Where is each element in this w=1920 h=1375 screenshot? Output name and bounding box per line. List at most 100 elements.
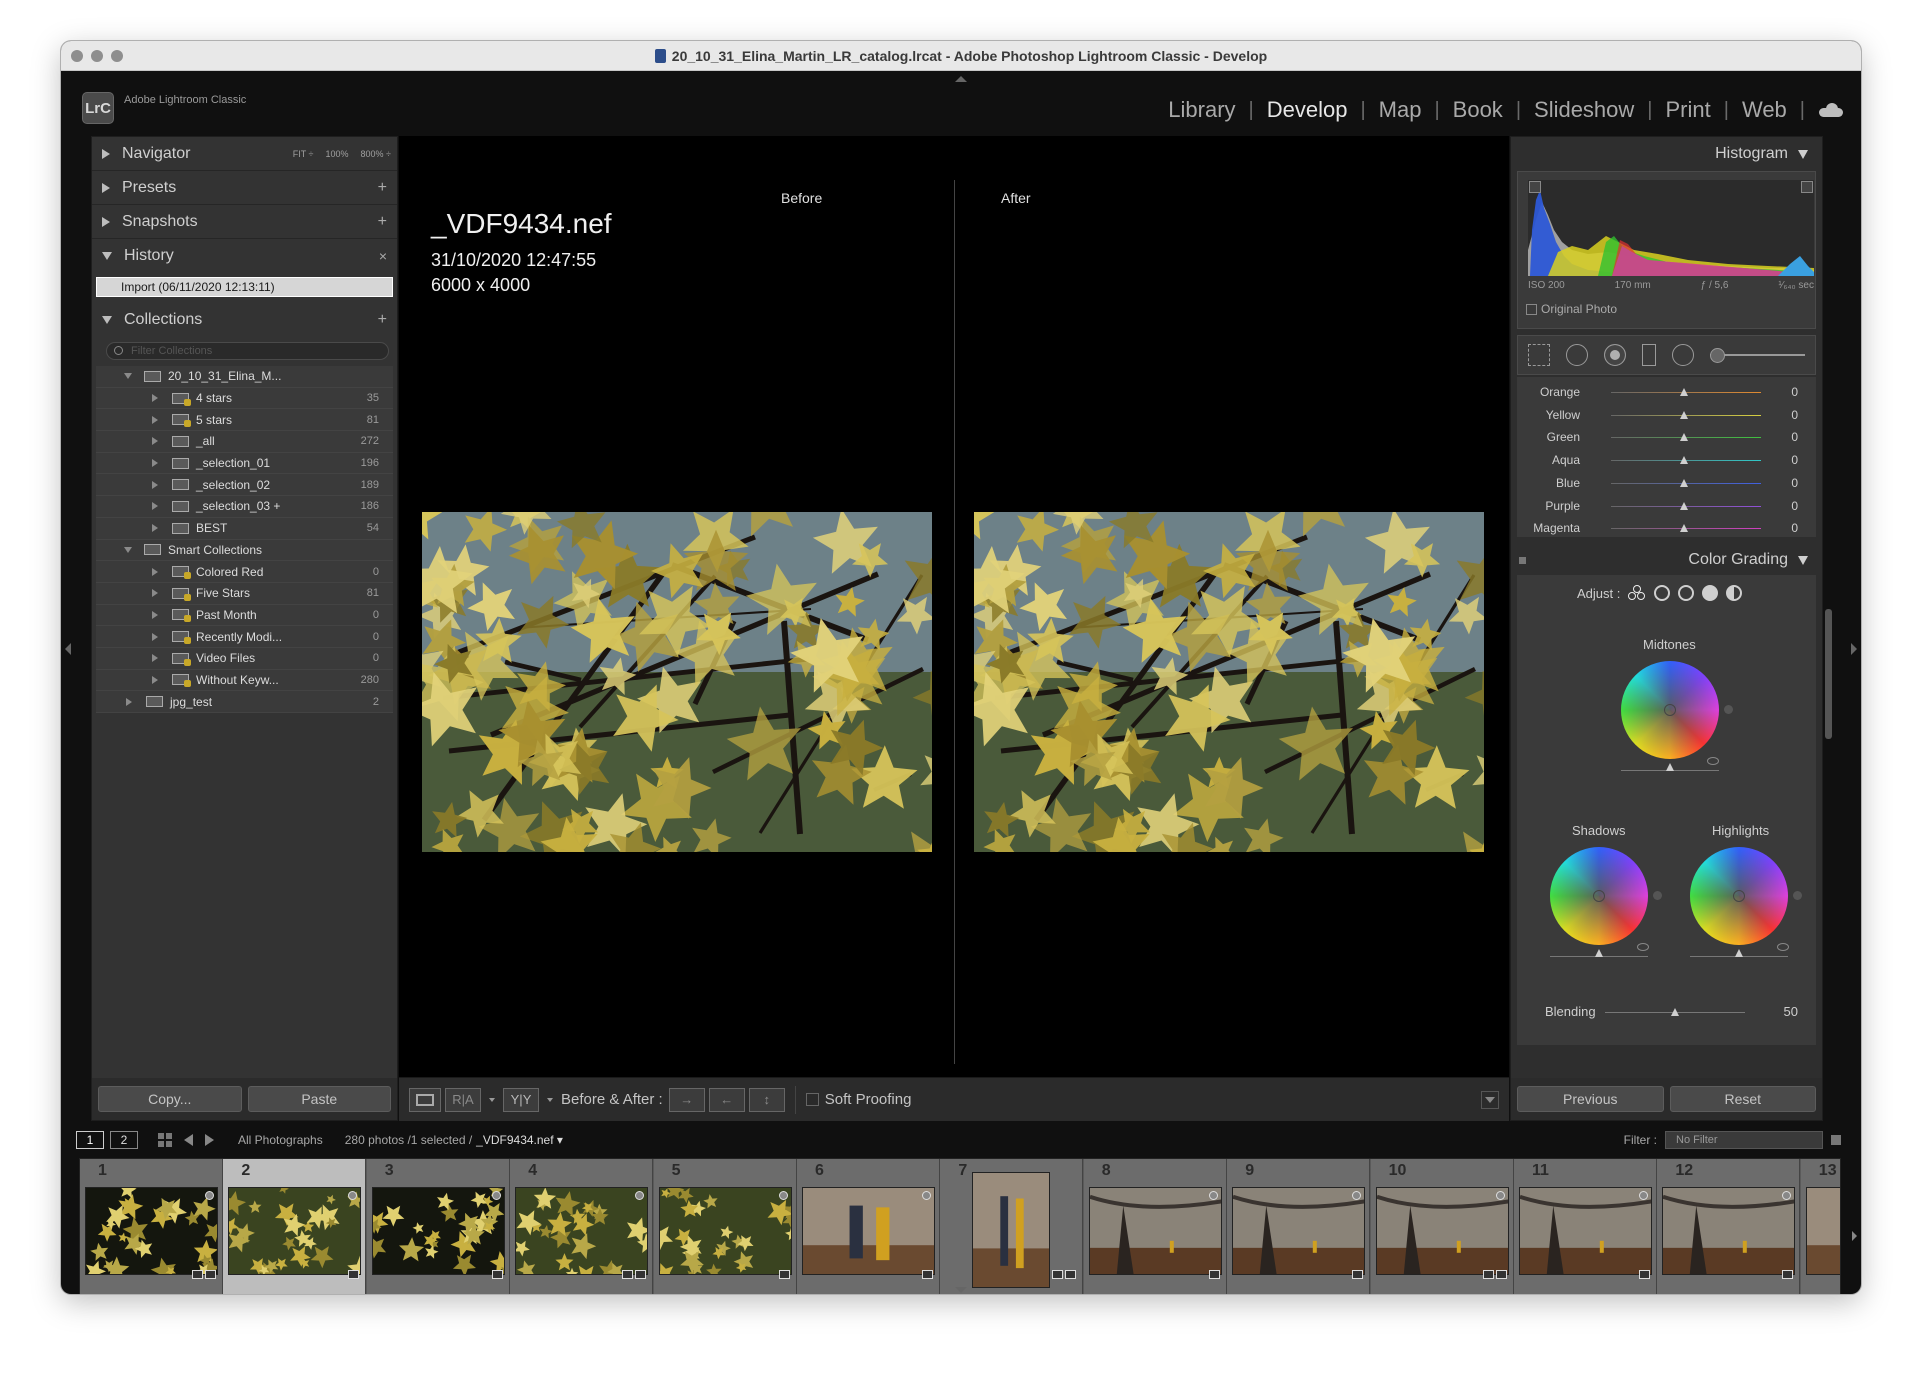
highlights-view-icon[interactable] — [1702, 585, 1719, 601]
badge-icon[interactable] — [1782, 1270, 1794, 1279]
eye-icon[interactable] — [1777, 943, 1789, 951]
add-collection-plus-icon[interactable]: + — [378, 311, 387, 329]
original-photo-toggle[interactable]: Original Photo — [1526, 302, 1617, 316]
adjustment-brush-slider[interactable] — [1710, 348, 1805, 363]
hsl-knob[interactable] — [1680, 501, 1688, 510]
filmstrip-scroll-right-icon[interactable] — [1852, 1231, 1857, 1241]
paste-button[interactable]: Paste — [247, 1086, 391, 1112]
quick-collection-dot-icon[interactable] — [491, 1191, 501, 1200]
expand-triangle-icon[interactable] — [152, 610, 158, 619]
collections-header[interactable]: Collections + — [92, 303, 397, 337]
hsl-knob[interactable] — [1680, 433, 1688, 442]
collection-row[interactable]: BEST 54 — [96, 518, 393, 540]
hsl-value[interactable]: 0 — [1791, 408, 1798, 422]
zoom-100[interactable]: 100% — [326, 149, 349, 159]
badge-icon[interactable] — [348, 1270, 360, 1279]
filmstrip-cell[interactable]: 10 — [1370, 1159, 1514, 1294]
hsl-slider-purple[interactable]: Purple 0 — [1517, 495, 1816, 517]
filter-select[interactable]: No Filter — [1665, 1131, 1823, 1149]
filmstrip-cell[interactable]: 8 — [1083, 1159, 1227, 1294]
hsl-knob[interactable] — [1680, 456, 1688, 465]
expand-triangle-icon[interactable] — [126, 697, 132, 706]
photo-thumbnail[interactable] — [658, 1187, 792, 1275]
before-after-lr-button[interactable]: R|A — [445, 1087, 481, 1112]
collection-row[interactable]: Recently Modi... 0 — [96, 626, 393, 648]
hsl-value[interactable]: 0 — [1791, 385, 1798, 399]
badge-icon[interactable] — [635, 1270, 647, 1279]
histogram-header[interactable]: Histogram — [1511, 137, 1822, 171]
collection-row[interactable]: jpg_test 2 — [96, 691, 393, 713]
expand-triangle-icon[interactable] — [152, 415, 158, 424]
filmstrip-cell[interactable]: 12 — [1657, 1159, 1801, 1294]
snapshots-header[interactable]: Snapshots + — [92, 205, 397, 239]
red-eye-tool-icon[interactable] — [1604, 344, 1626, 366]
module-map[interactable]: Map — [1366, 97, 1435, 123]
color-grading-header[interactable]: Color Grading — [1511, 545, 1822, 575]
hsl-slider-magenta[interactable]: Magenta 0 — [1517, 517, 1816, 539]
hsl-value[interactable]: 0 — [1791, 521, 1798, 535]
filter-lock-icon[interactable] — [1831, 1135, 1841, 1145]
shadows-wheel[interactable] — [1550, 847, 1662, 945]
navigator-header[interactable]: Navigator FIT ÷ 100% 800% ÷ — [92, 137, 397, 171]
badge-icon[interactable] — [1065, 1270, 1077, 1279]
hsl-knob[interactable] — [1680, 478, 1688, 487]
quick-collection-dot-icon[interactable] — [1639, 1191, 1648, 1200]
collection-row[interactable]: 5 stars 81 — [96, 409, 393, 432]
expand-triangle-icon[interactable] — [152, 567, 158, 576]
eye-icon[interactable] — [1637, 943, 1649, 951]
quick-collection-dot-icon[interactable] — [1208, 1191, 1218, 1200]
expand-triangle-icon[interactable] — [152, 632, 158, 641]
photo-thumbnail[interactable] — [1088, 1187, 1222, 1275]
hsl-slider-aqua[interactable]: Aqua 0 — [1517, 449, 1816, 471]
collection-row[interactable]: _selection_01 196 — [96, 453, 393, 475]
wheel-center-handle[interactable] — [1664, 704, 1676, 716]
filmstrip-cell[interactable]: 7 — [940, 1159, 1084, 1294]
badge-icon[interactable] — [192, 1270, 203, 1279]
three-way-view-icon[interactable] — [1628, 585, 1646, 601]
copy-before-to-after-button[interactable]: → — [668, 1087, 705, 1112]
expand-triangle-icon[interactable] — [152, 459, 158, 468]
filmstrip-cell[interactable]: 6 — [797, 1159, 940, 1294]
photo-thumbnail[interactable] — [1662, 1187, 1796, 1275]
shadows-view-icon[interactable] — [1654, 585, 1671, 601]
module-print[interactable]: Print — [1653, 97, 1724, 123]
current-photo-name[interactable]: _VDF9434.nef ▾ — [476, 1133, 563, 1147]
collection-row[interactable]: _all 272 — [96, 431, 393, 453]
top-panel-toggle-icon[interactable] — [955, 76, 967, 82]
previous-button[interactable]: Previous — [1517, 1086, 1664, 1112]
collapse-triangle-icon[interactable] — [124, 373, 132, 380]
photo-thumbnail[interactable] — [515, 1187, 649, 1275]
close-window-button[interactable] — [71, 50, 83, 62]
minimize-window-button[interactable] — [91, 50, 103, 62]
swap-before-after-button[interactable]: ↕ — [748, 1087, 785, 1112]
filmstrip-cell[interactable]: 9 — [1227, 1159, 1371, 1294]
badge-icon[interactable] — [491, 1270, 503, 1279]
collection-row[interactable]: 20_10_31_Elina_M... — [96, 366, 393, 388]
soft-proofing-checkbox[interactable] — [805, 1093, 819, 1106]
module-slideshow[interactable]: Slideshow — [1521, 97, 1647, 123]
expand-triangle-icon[interactable] — [152, 502, 158, 511]
blending-value[interactable]: 50 — [1784, 1004, 1798, 1019]
crop-tool-icon[interactable] — [1528, 344, 1550, 366]
hsl-value[interactable]: 0 — [1791, 430, 1798, 444]
badge-icon[interactable] — [622, 1270, 634, 1279]
blending-slider-row[interactable]: Blending 50 — [1517, 1001, 1816, 1023]
quick-collection-dot-icon[interactable] — [922, 1191, 931, 1200]
collection-row[interactable]: Past Month 0 — [96, 605, 393, 627]
zoom-800[interactable]: 800% ÷ — [361, 149, 391, 159]
collection-row[interactable]: Video Files 0 — [96, 648, 393, 670]
collection-row[interactable]: Smart Collections — [96, 540, 393, 562]
history-header[interactable]: History × — [92, 239, 397, 273]
badge-icon[interactable] — [1639, 1270, 1650, 1279]
presets-header[interactable]: Presets + — [92, 171, 397, 205]
collection-row[interactable]: Without Keyw... 280 — [96, 670, 393, 692]
midtones-wheel[interactable] — [1621, 661, 1733, 759]
collection-row[interactable]: _selection_02 189 — [96, 474, 393, 497]
collection-row[interactable]: 4 stars 35 — [96, 388, 393, 410]
back-arrow-icon[interactable] — [184, 1134, 193, 1146]
badge-icon[interactable] — [1052, 1270, 1064, 1279]
filmstrip-cell[interactable]: 4 — [510, 1159, 654, 1294]
grid-view-icon[interactable] — [158, 1133, 172, 1147]
panel-toggle-switch-icon[interactable] — [1519, 557, 1526, 564]
filmstrip-cell[interactable]: 13 — [1800, 1159, 1840, 1294]
